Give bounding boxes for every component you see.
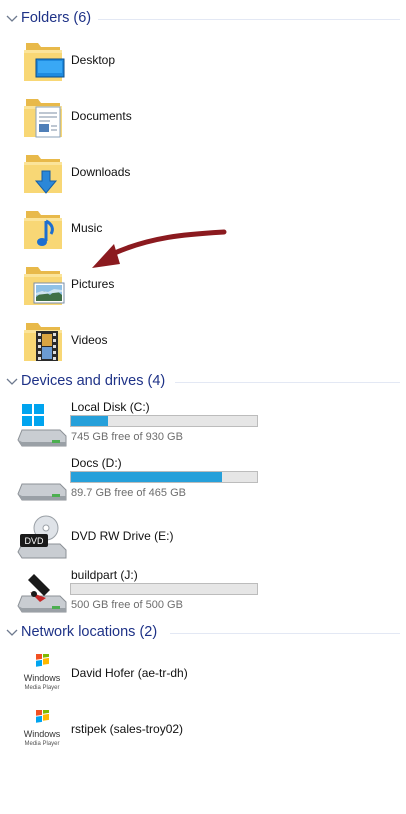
drive-usage-bar — [70, 583, 258, 595]
folder-desktop[interactable]: Desktop — [20, 37, 220, 85]
hard-drive-icon — [17, 483, 67, 501]
header-divider — [98, 19, 400, 20]
network-location-rstipek[interactable]: Windows Media Player rstipek (sales-troy… — [20, 710, 280, 750]
windows-media-player-icon: Windows Media Player — [24, 710, 61, 747]
drive-usage-fill — [71, 416, 109, 426]
chevron-down-icon[interactable] — [5, 626, 19, 640]
drive-free-space: 745 GB free of 930 GB — [71, 431, 183, 443]
folder-downloads[interactable]: Downloads — [20, 149, 220, 197]
drive-usage-bar — [70, 415, 258, 427]
downloads-folder-icon — [24, 155, 62, 194]
network-group-title: Network locations (2) — [21, 624, 158, 640]
wmp-logo-text: Windows — [24, 673, 61, 683]
windows-media-player-icon: Windows Media Player — [24, 654, 61, 691]
drive-name: Local Disk (C:) — [71, 400, 150, 414]
windows-drive-icon — [17, 404, 67, 447]
dvd-drive-icon: DVD — [17, 515, 67, 559]
drive-local-disk-c[interactable]: Local Disk (C:) 745 GB free of 930 GB — [16, 400, 276, 450]
pictures-folder-icon — [24, 267, 65, 305]
folder-label: Pictures — [71, 277, 115, 291]
drive-usage-fill — [71, 472, 222, 482]
drive-name: Docs (D:) — [71, 456, 122, 470]
drive-free-space: 500 GB free of 500 GB — [71, 599, 183, 611]
documents-folder-icon — [24, 99, 62, 138]
network-group-header[interactable]: Network locations (2) — [0, 622, 406, 644]
devices-group-header[interactable]: Devices and drives (4) — [0, 371, 406, 393]
wmp-logo-text: Windows — [24, 729, 61, 739]
wmp-logo-subtext: Media Player — [24, 741, 59, 747]
drive-name: buildpart (J:) — [71, 568, 138, 582]
dvd-badge-text: DVD — [24, 536, 44, 546]
drive-docs-d[interactable]: Docs (D:) 89.7 GB free of 465 GB — [16, 456, 276, 506]
folder-music[interactable]: Music — [20, 205, 220, 253]
folder-label: Downloads — [71, 165, 131, 179]
folder-pictures[interactable]: Pictures — [20, 261, 220, 309]
devices-group-title: Devices and drives (4) — [21, 373, 166, 389]
header-divider — [170, 633, 400, 634]
folder-documents[interactable]: Documents — [20, 93, 220, 141]
videos-folder-icon — [24, 323, 62, 361]
drive-usage-bar — [70, 471, 258, 483]
folders-group-title: Folders (6) — [21, 10, 92, 26]
folder-videos[interactable]: Videos — [20, 317, 220, 365]
drive-free-space: 89.7 GB free of 465 GB — [71, 487, 186, 499]
music-folder-icon — [24, 211, 62, 249]
folder-label: Videos — [71, 333, 108, 347]
network-location-label: rstipek (sales-troy02) — [71, 722, 184, 736]
folder-label: Music — [71, 221, 103, 235]
network-location-label: David Hofer (ae-tr-dh) — [71, 666, 188, 680]
folder-label: Documents — [71, 109, 132, 123]
drive-name: DVD RW Drive (E:) — [71, 529, 174, 543]
wmp-logo-subtext: Media Player — [24, 685, 59, 691]
network-location-david-hofer[interactable]: Windows Media Player David Hofer (ae-tr-… — [20, 654, 280, 694]
drive-dvd-e[interactable]: DVD DVD RW Drive (E:) — [16, 512, 276, 562]
folders-group-header[interactable]: Folders (6) — [0, 8, 406, 30]
network-drive-icon — [17, 574, 67, 613]
desktop-folder-icon — [24, 43, 65, 81]
chevron-down-icon[interactable] — [5, 375, 19, 389]
chevron-down-icon[interactable] — [5, 12, 19, 26]
folder-label: Desktop — [71, 53, 116, 67]
header-divider — [175, 382, 400, 383]
drive-buildpart-j[interactable]: buildpart (J:) 500 GB free of 500 GB — [16, 568, 276, 618]
